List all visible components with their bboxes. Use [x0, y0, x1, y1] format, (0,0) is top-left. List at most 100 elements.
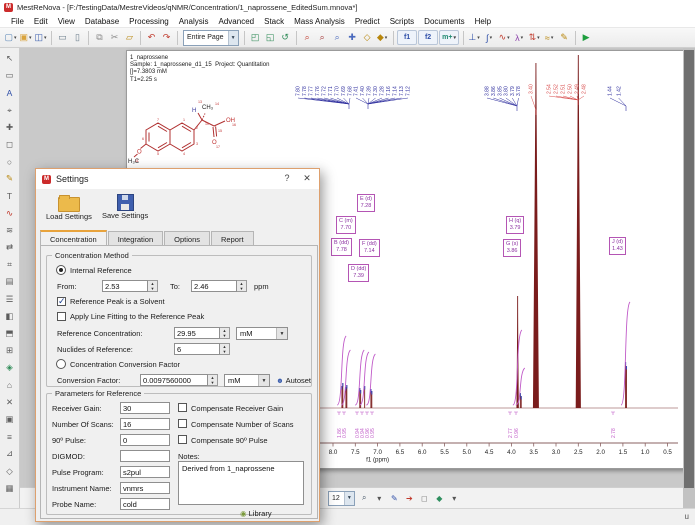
- sidebar-tool-icon-0[interactable]: ↖: [2, 51, 17, 66]
- sidebar-tool-icon-13[interactable]: ▤: [2, 274, 17, 289]
- stacked-plot-icon[interactable]: ⇅▾: [527, 30, 541, 46]
- assignment-box-c[interactable]: C (m)7.70: [336, 216, 356, 234]
- sidebar-tool-icon-3[interactable]: ⌖: [2, 103, 17, 118]
- select-tool-icon[interactable]: ▾: [372, 490, 386, 506]
- sidebar-tool-icon-1[interactable]: ▭: [2, 68, 17, 83]
- assignment-box-g[interactable]: G (s)3.86: [503, 239, 521, 257]
- compensate-gain-checkbox[interactable]: [178, 403, 187, 412]
- conversion-factor-radio[interactable]: [56, 359, 66, 369]
- new-document-icon[interactable]: ▢▾: [4, 30, 18, 46]
- sidebar-tool-icon-9[interactable]: ∿: [2, 206, 17, 221]
- sidebar-tool-icon-15[interactable]: ◧: [2, 309, 17, 324]
- fit-page-icon[interactable]: ◱: [263, 30, 277, 46]
- save-file-icon[interactable]: ◫▾: [34, 30, 48, 46]
- f1-mode-icon[interactable]: f1: [397, 30, 417, 45]
- conversion-factor-spinner[interactable]: ▲▼: [208, 374, 218, 386]
- dialog-close-button[interactable]: ✕: [299, 171, 315, 186]
- sidebar-tool-icon-22[interactable]: ≡: [2, 429, 17, 444]
- sidebar-tool-icon-5[interactable]: ◻: [2, 137, 17, 152]
- sidebar-tool-icon-4[interactable]: ✚: [2, 120, 17, 135]
- load-settings-button[interactable]: Load Settings: [46, 191, 92, 221]
- menu-mass-analysis[interactable]: Mass Analysis: [289, 17, 350, 26]
- reference-concentration-spinner[interactable]: ▲▼: [220, 327, 230, 339]
- compensate-pulse-checkbox[interactable]: [178, 435, 187, 444]
- redo-icon[interactable]: ↷: [160, 30, 174, 46]
- assignment-box-e[interactable]: E (d)7.28: [357, 194, 375, 212]
- rotate-view-icon[interactable]: ◇: [360, 30, 374, 46]
- reference-concentration-input[interactable]: 29.95: [174, 327, 220, 339]
- sidebar-tool-icon-16[interactable]: ⬒: [2, 326, 17, 341]
- menu-processing[interactable]: Processing: [124, 17, 174, 26]
- menu-documents[interactable]: Documents: [419, 17, 469, 26]
- integration-icon[interactable]: ∫▾: [482, 30, 496, 46]
- sidebar-tool-icon-6[interactable]: ○: [2, 154, 17, 169]
- print-preview-icon[interactable]: ▯: [71, 30, 85, 46]
- vertical-scrollbar[interactable]: [683, 48, 695, 508]
- instrument-input[interactable]: vnmrs: [120, 482, 170, 494]
- undo-icon[interactable]: ↶: [145, 30, 159, 46]
- pulse90-input[interactable]: 0: [120, 434, 170, 446]
- arrow-tool-icon[interactable]: ➔: [402, 490, 416, 506]
- probe-input[interactable]: cold: [120, 498, 170, 510]
- sidebar-tool-icon-7[interactable]: ✎: [2, 171, 17, 186]
- menu-predict[interactable]: Predict: [350, 17, 385, 26]
- save-settings-button[interactable]: Save Settings: [102, 191, 148, 220]
- conversion-unit-combo[interactable]: mM ▼: [224, 374, 270, 387]
- dialog-help-button[interactable]: ?: [279, 171, 295, 186]
- dialog-title-bar[interactable]: M Settings: [36, 169, 319, 189]
- assignment-box-b[interactable]: B (dd)7.78: [331, 238, 352, 256]
- solvent-checkbox[interactable]: [57, 297, 66, 306]
- menu-scripts[interactable]: Scripts: [385, 17, 419, 26]
- shape-tool-icon[interactable]: ◻: [417, 490, 431, 506]
- page-zoom-combo[interactable]: Entire Page▼: [183, 30, 239, 46]
- sidebar-tool-icon-11[interactable]: ⇄: [2, 240, 17, 255]
- pan-icon[interactable]: ✚: [345, 30, 359, 46]
- assignment-box-f[interactable]: F (dd)7.14: [359, 239, 380, 257]
- paste-icon[interactable]: ▱: [123, 30, 137, 46]
- digmod-input[interactable]: [120, 450, 170, 462]
- sidebar-tool-icon-10[interactable]: ≋: [2, 223, 17, 238]
- sidebar-tool-icon-25[interactable]: ▦: [2, 481, 17, 496]
- sidebar-tool-icon-17[interactable]: ⊞: [2, 343, 17, 358]
- assignment-box-d[interactable]: D (dd)7.39: [348, 264, 369, 282]
- print-icon[interactable]: ▭: [56, 30, 70, 46]
- annotate-icon[interactable]: ✎: [557, 30, 571, 46]
- zoom-in-icon[interactable]: ⌕: [300, 30, 314, 46]
- color-tool-icon[interactable]: ◆: [432, 490, 446, 506]
- zoom-region-icon[interactable]: ⌕: [330, 30, 344, 46]
- from-input[interactable]: 2.53: [102, 280, 148, 292]
- f2-mode-icon[interactable]: f2: [418, 30, 438, 45]
- sidebar-tool-icon-8[interactable]: T: [2, 189, 17, 204]
- compensate-scans-checkbox[interactable]: [178, 419, 187, 428]
- copy-icon[interactable]: ⧉: [93, 30, 107, 46]
- apodization-icon[interactable]: ≈▾: [542, 30, 556, 46]
- cut-icon[interactable]: ✂: [108, 30, 122, 46]
- menu-stack[interactable]: Stack: [259, 17, 289, 26]
- sidebar-tool-icon-14[interactable]: ☰: [2, 292, 17, 307]
- to-input[interactable]: 2.46: [191, 280, 237, 292]
- zoom-out-icon[interactable]: ⌕: [315, 30, 329, 46]
- multiplet-analysis-icon[interactable]: m+▾: [439, 30, 459, 45]
- internal-reference-radio[interactable]: [56, 265, 66, 275]
- menu-database[interactable]: Database: [80, 17, 124, 26]
- conversion-factor-input[interactable]: 0.0097560000: [140, 374, 208, 386]
- library-button[interactable]: ◉ Library: [240, 509, 272, 518]
- menu-advanced[interactable]: Advanced: [214, 17, 260, 26]
- font-size-combo[interactable]: 12 ▼: [328, 491, 355, 506]
- sidebar-tool-icon-12[interactable]: ⌗: [2, 257, 17, 272]
- open-file-icon[interactable]: ▣▾: [19, 30, 33, 46]
- sidebar-tool-icon-20[interactable]: ✕: [2, 395, 17, 410]
- sidebar-tool-icon-2[interactable]: A: [2, 85, 17, 100]
- sidebar-tool-icon-21[interactable]: ▣: [2, 412, 17, 427]
- sidebar-tool-icon-19[interactable]: ⌂: [2, 378, 17, 393]
- receiver-gain-input[interactable]: 30: [120, 402, 170, 414]
- to-spinner[interactable]: ▲▼: [237, 280, 247, 292]
- baseline-correction-icon[interactable]: λ▾: [512, 30, 526, 46]
- assignment-box-h[interactable]: H (q)3.79: [506, 216, 524, 234]
- reference-unit-combo[interactable]: mM ▼: [236, 327, 288, 340]
- menu-view[interactable]: View: [53, 17, 80, 26]
- from-spinner[interactable]: ▲▼: [148, 280, 158, 292]
- assignment-box-j[interactable]: J (d)1.43: [609, 237, 626, 255]
- fit-width-icon[interactable]: ◰: [248, 30, 262, 46]
- menu-edit[interactable]: Edit: [29, 17, 53, 26]
